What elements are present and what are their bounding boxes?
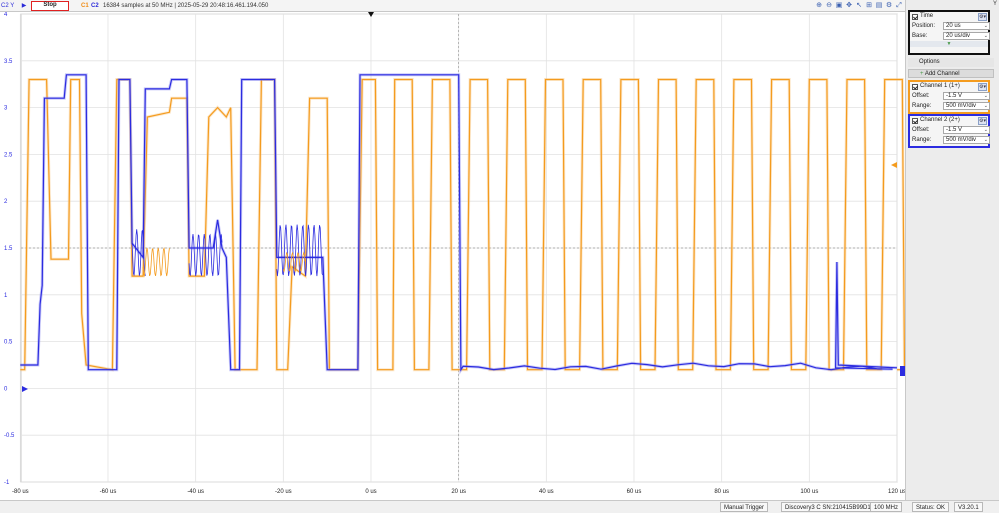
channel-1-toggle[interactable]: C1 bbox=[81, 3, 91, 9]
chevron-down-icon: ⌄ bbox=[983, 103, 988, 109]
add-channel-button[interactable]: + Add Channel bbox=[908, 69, 994, 78]
ch1-range-label: Range: bbox=[912, 103, 932, 109]
device-selector[interactable]: Discovery3 C SN:210415B99D19 bbox=[781, 502, 879, 512]
settings-icon[interactable]: ⚙ bbox=[885, 1, 893, 10]
ch2-offset-label: Offset: bbox=[912, 127, 930, 133]
y-tick-label: 2.5 bbox=[4, 152, 13, 158]
x-tick-label: 80 us bbox=[714, 489, 729, 495]
cursor-icon[interactable]: ↖ bbox=[855, 1, 863, 10]
y-axis-channel-label[interactable]: C2 Y bbox=[0, 3, 17, 9]
x-tick-label: -60 us bbox=[100, 489, 117, 495]
acquisition-info: 16384 samples at 50 MHz | 2025-05-29 20:… bbox=[103, 2, 269, 9]
scope-toolbar: C2 Y ▶ Stop C1 C2 16384 samples at 50 MH… bbox=[0, 0, 905, 12]
measure-icon[interactable]: ⊞ bbox=[865, 1, 873, 10]
ch1-offset-label: Offset: bbox=[912, 93, 930, 99]
zoom-in-icon[interactable]: ⊕ bbox=[815, 1, 823, 10]
ch2-offset-field[interactable]: -1.5 V ⌄ bbox=[943, 126, 990, 134]
ch2-range-field[interactable]: 500 mV/div ⌄ bbox=[943, 136, 990, 144]
options-section[interactable]: Options bbox=[908, 58, 994, 67]
fit-icon[interactable]: ▣ bbox=[835, 1, 843, 10]
chevron-down-icon: ⌄ bbox=[983, 137, 988, 143]
chevron-down-icon: ⌄ bbox=[983, 33, 988, 39]
settings-panel: Y Time ⚙▾ Position: 20 us ⌄ Base: 20 us/d… bbox=[905, 0, 999, 500]
x-tick-label: 0 us bbox=[365, 489, 376, 495]
y-tick-label: 3 bbox=[4, 106, 8, 112]
x-tick-label: -40 us bbox=[187, 489, 204, 495]
export-icon[interactable]: ▤ bbox=[875, 1, 883, 10]
channel-2-box: Channel 2 (2+) ⚙▾ Offset: -1.5 V ⌄ Range:… bbox=[908, 114, 990, 148]
chevron-down-icon: ⌄ bbox=[983, 93, 988, 99]
y-tick-label: 1 bbox=[4, 293, 8, 299]
status-bar: Manual Trigger Discovery3 C SN:210415B99… bbox=[0, 500, 999, 513]
stop-button[interactable]: Stop bbox=[31, 0, 69, 11]
ch1-range-field[interactable]: 500 mV/div ⌄ bbox=[943, 102, 990, 110]
y-tick-label: -1 bbox=[4, 480, 10, 486]
channel-1-box: Channel 1 (1+) ⚙▾ Offset: -1.5 V ⌄ Range:… bbox=[908, 80, 990, 114]
base-label: Base: bbox=[912, 33, 928, 39]
view-tools: ⊕ ⊖ ▣ ✥ ↖ ⊞ ▤ ⚙ ⤢ bbox=[815, 1, 903, 10]
channel-1-title: Channel 1 (1+) bbox=[920, 83, 960, 89]
position-field[interactable]: 20 us ⌄ bbox=[943, 22, 990, 30]
channel-2-title: Channel 2 (2+) bbox=[920, 117, 960, 123]
x-tick-label: 40 us bbox=[539, 489, 554, 495]
collapse-arrow-icon[interactable]: ▼ bbox=[910, 41, 988, 47]
x-tick-label: 120 us bbox=[888, 489, 905, 495]
y-tick-label: -0.5 bbox=[4, 433, 15, 439]
y-tick-label: 0.5 bbox=[4, 340, 13, 346]
x-tick-label: -20 us bbox=[275, 489, 292, 495]
channel-2-checkbox[interactable] bbox=[912, 117, 918, 124]
channel-2-toggle[interactable]: C2 bbox=[91, 3, 103, 9]
oscilloscope-plot[interactable]: 4 3.5 3 2.5 2 1.5 1 0.5 0 -0.5 -1 -80 us -60 us -40 … bbox=[0, 12, 905, 500]
pan-icon[interactable]: ✥ bbox=[845, 1, 853, 10]
y-tick-label: 2 bbox=[4, 199, 8, 205]
waveform-canvas[interactable]: 4 3.5 3 2.5 2 1.5 1 0.5 0 -0.5 -1 -80 us -60 us -40 … bbox=[0, 12, 905, 500]
x-tick-label: 100 us bbox=[800, 489, 818, 495]
y-tick-label: 1.5 bbox=[4, 246, 13, 252]
frequency-indicator[interactable]: 100 MHz bbox=[870, 502, 903, 512]
y-tick-label: 0 bbox=[4, 386, 8, 392]
version-indicator: V3.20.1 bbox=[954, 502, 983, 512]
channel-1-gear-icon[interactable]: ⚙▾ bbox=[978, 83, 987, 91]
y-tick-label: 3.5 bbox=[4, 59, 13, 65]
channel-1-checkbox[interactable] bbox=[912, 83, 918, 90]
y-tick-label: 4 bbox=[4, 12, 8, 18]
expand-icon[interactable]: ⤢ bbox=[895, 1, 903, 10]
panel-y-label: Y bbox=[993, 1, 998, 7]
x-tick-label: -80 us bbox=[12, 489, 29, 495]
position-label: Position: bbox=[912, 23, 936, 29]
zoom-out-icon[interactable]: ⊖ bbox=[825, 1, 833, 10]
time-settings-box: Time ⚙▾ Position: 20 us ⌄ Base: 20 us/div… bbox=[908, 10, 990, 55]
time-gear-icon[interactable]: ⚙▾ bbox=[978, 13, 987, 21]
time-title: Time bbox=[920, 13, 934, 19]
ch1-offset-field[interactable]: -1.5 V ⌄ bbox=[943, 92, 990, 100]
chevron-down-icon: ⌄ bbox=[983, 23, 988, 29]
base-field[interactable]: 20 us/div ⌄ bbox=[943, 32, 990, 40]
x-tick-label: 20 us bbox=[451, 489, 466, 495]
status-indicator: Status: OK bbox=[912, 502, 950, 512]
ch2-range-label: Range: bbox=[912, 137, 932, 143]
x-tick-label: 60 us bbox=[627, 489, 642, 495]
play-icon[interactable]: ▶ bbox=[17, 2, 31, 9]
manual-trigger-button[interactable]: Manual Trigger bbox=[720, 502, 769, 512]
chevron-down-icon: ⌄ bbox=[983, 127, 988, 133]
time-enable-checkbox[interactable] bbox=[912, 13, 918, 20]
channel-2-gear-icon[interactable]: ⚙▾ bbox=[978, 117, 987, 125]
